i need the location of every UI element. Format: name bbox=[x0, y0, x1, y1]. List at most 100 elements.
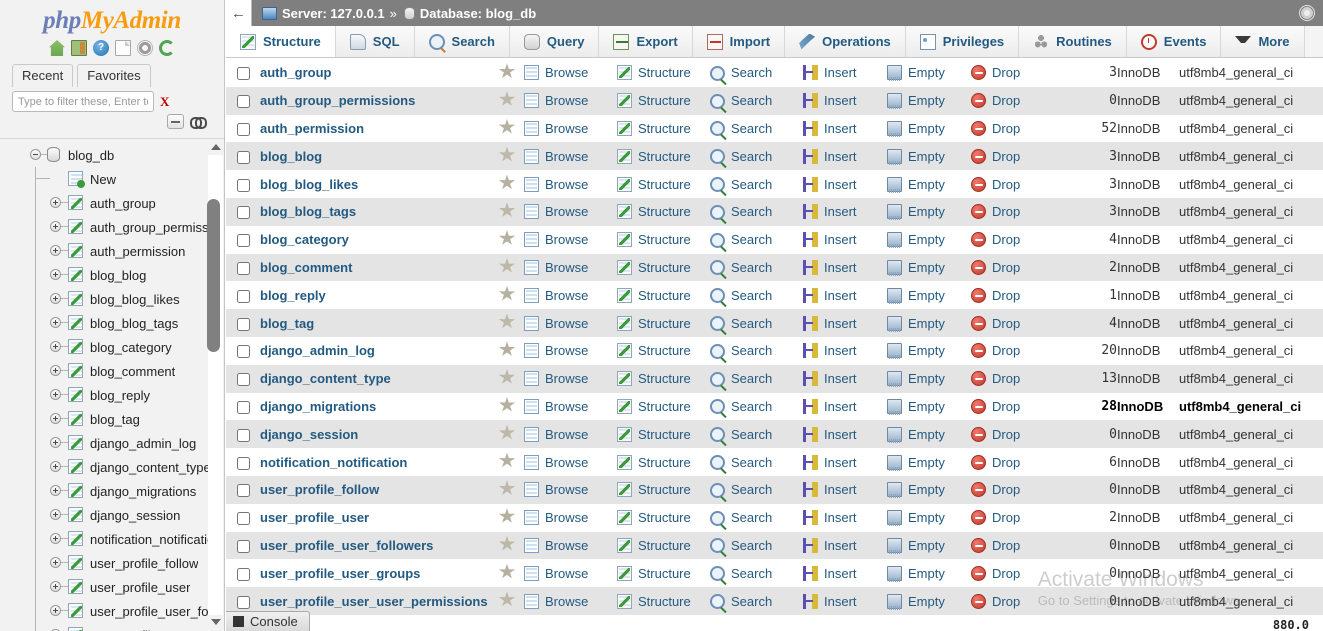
structure-link[interactable]: Structure bbox=[617, 65, 710, 81]
insert-link[interactable]: Insert bbox=[803, 510, 887, 526]
insert-link[interactable]: Insert bbox=[803, 259, 887, 275]
home-icon[interactable] bbox=[49, 40, 65, 56]
link-with-main-panel-icon[interactable] bbox=[190, 116, 207, 129]
search-link[interactable]: Search bbox=[710, 565, 803, 582]
empty-link[interactable]: Empty bbox=[887, 398, 971, 415]
tree-item-table[interactable]: user_profile_user bbox=[0, 575, 224, 599]
structure-link[interactable]: Structure bbox=[617, 454, 710, 470]
drop-link[interactable]: Drop bbox=[971, 93, 1051, 109]
star-icon[interactable] bbox=[498, 508, 516, 523]
browse-link[interactable]: Browse bbox=[524, 593, 617, 609]
empty-link[interactable]: Empty bbox=[887, 343, 971, 360]
row-checkbox[interactable] bbox=[236, 178, 250, 192]
browse-link[interactable]: Browse bbox=[524, 510, 617, 526]
insert-link[interactable]: Insert bbox=[803, 371, 887, 387]
insert-link[interactable]: Insert bbox=[803, 120, 887, 136]
browse-link[interactable]: Browse bbox=[524, 371, 617, 387]
search-link[interactable]: Search bbox=[710, 482, 803, 498]
table-name-link[interactable]: blog_tag bbox=[260, 316, 314, 331]
tab-export[interactable]: Export bbox=[599, 26, 693, 57]
insert-link[interactable]: Insert bbox=[803, 398, 887, 414]
tree-item-table[interactable]: blog_blog_likes bbox=[0, 287, 224, 311]
tree-item-table[interactable]: auth_permission bbox=[0, 239, 224, 263]
structure-link[interactable]: Structure bbox=[617, 120, 710, 136]
structure-link[interactable]: Structure bbox=[617, 176, 710, 192]
row-checkbox[interactable] bbox=[236, 123, 250, 137]
browse-link[interactable]: Browse bbox=[524, 398, 617, 414]
drop-link[interactable]: Drop bbox=[971, 537, 1051, 553]
row-checkbox[interactable] bbox=[236, 373, 250, 387]
table-name-link[interactable]: auth_permission bbox=[260, 121, 364, 136]
row-checkbox[interactable] bbox=[236, 428, 250, 442]
drop-link[interactable]: Drop bbox=[971, 343, 1051, 359]
structure-link[interactable]: Structure bbox=[617, 510, 710, 526]
structure-link[interactable]: Structure bbox=[617, 287, 710, 303]
expand-icon[interactable] bbox=[50, 269, 61, 280]
expand-icon[interactable] bbox=[50, 485, 61, 496]
search-link[interactable]: Search bbox=[710, 65, 803, 81]
table-name-link[interactable]: blog_blog bbox=[260, 149, 322, 164]
expand-icon[interactable] bbox=[50, 389, 61, 400]
table-name-link[interactable]: auth_group_permissions bbox=[260, 93, 415, 108]
table-name-link[interactable]: auth_group bbox=[260, 65, 332, 80]
structure-link[interactable]: Structure bbox=[617, 232, 710, 248]
drop-link[interactable]: Drop bbox=[971, 65, 1051, 81]
back-button[interactable]: ← bbox=[226, 0, 252, 26]
drop-link[interactable]: Drop bbox=[971, 232, 1051, 248]
table-name-link[interactable]: django_admin_log bbox=[260, 343, 375, 358]
documentation-icon[interactable] bbox=[115, 40, 131, 56]
tree-item-table[interactable]: blog_blog bbox=[0, 263, 224, 287]
browse-link[interactable]: Browse bbox=[524, 120, 617, 136]
table-name-link[interactable]: django_migrations bbox=[260, 399, 376, 414]
browse-link[interactable]: Browse bbox=[524, 482, 617, 498]
expand-icon[interactable] bbox=[50, 317, 61, 328]
browse-link[interactable]: Browse bbox=[524, 148, 617, 164]
drop-link[interactable]: Drop bbox=[971, 482, 1051, 498]
row-checkbox[interactable] bbox=[236, 150, 250, 164]
clear-filter-icon[interactable]: X bbox=[160, 94, 169, 110]
search-link[interactable]: Search bbox=[710, 537, 803, 554]
row-checkbox[interactable] bbox=[236, 95, 250, 109]
row-checkbox[interactable] bbox=[236, 262, 250, 275]
table-name-link[interactable]: user_profile_follow bbox=[260, 482, 379, 497]
structure-link[interactable]: Structure bbox=[617, 371, 710, 387]
structure-link[interactable]: Structure bbox=[617, 537, 710, 553]
browse-link[interactable]: Browse bbox=[524, 204, 617, 220]
tree-scrollbar-track[interactable] bbox=[207, 155, 223, 615]
server-exit-icon[interactable] bbox=[71, 40, 87, 56]
tree-item-table[interactable]: django_session bbox=[0, 503, 224, 527]
tree-scroll-down-icon[interactable] bbox=[208, 615, 223, 629]
tree-item-table[interactable]: blog_reply bbox=[0, 383, 224, 407]
table-name-link[interactable]: django_session bbox=[260, 427, 358, 442]
insert-link[interactable]: Insert bbox=[803, 537, 887, 553]
drop-link[interactable]: Drop bbox=[971, 593, 1051, 609]
tree-item-table[interactable]: blog_category bbox=[0, 335, 224, 359]
star-icon[interactable] bbox=[498, 341, 516, 356]
insert-link[interactable]: Insert bbox=[803, 593, 887, 609]
structure-link[interactable]: Structure bbox=[617, 343, 710, 359]
tab-operations[interactable]: Operations bbox=[785, 26, 906, 57]
expand-icon[interactable] bbox=[50, 605, 61, 616]
insert-link[interactable]: Insert bbox=[803, 343, 887, 359]
tree-item-table[interactable]: notification_notificatio bbox=[0, 527, 224, 551]
drop-link[interactable]: Drop bbox=[971, 148, 1051, 164]
structure-link[interactable]: Structure bbox=[617, 204, 710, 220]
expand-icon[interactable] bbox=[50, 293, 61, 304]
console-button[interactable]: Console bbox=[226, 611, 310, 631]
star-icon[interactable] bbox=[498, 369, 516, 384]
browse-link[interactable]: Browse bbox=[524, 426, 617, 442]
structure-link[interactable]: Structure bbox=[617, 259, 710, 275]
insert-link[interactable]: Insert bbox=[803, 315, 887, 331]
gear-icon[interactable] bbox=[1299, 5, 1315, 21]
row-checkbox[interactable] bbox=[236, 317, 250, 331]
star-icon[interactable] bbox=[498, 202, 516, 217]
tree-item-table[interactable]: blog_tag bbox=[0, 407, 224, 431]
browse-link[interactable]: Browse bbox=[524, 65, 617, 81]
star-icon[interactable] bbox=[498, 174, 516, 190]
breadcrumb-server[interactable]: Server: 127.0.0.1 bbox=[282, 6, 385, 21]
insert-link[interactable]: Insert bbox=[803, 148, 887, 164]
structure-link[interactable]: Structure bbox=[617, 482, 710, 498]
empty-link[interactable]: Empty bbox=[887, 426, 971, 443]
insert-link[interactable]: Insert bbox=[803, 565, 887, 581]
empty-link[interactable]: Empty bbox=[887, 537, 971, 554]
